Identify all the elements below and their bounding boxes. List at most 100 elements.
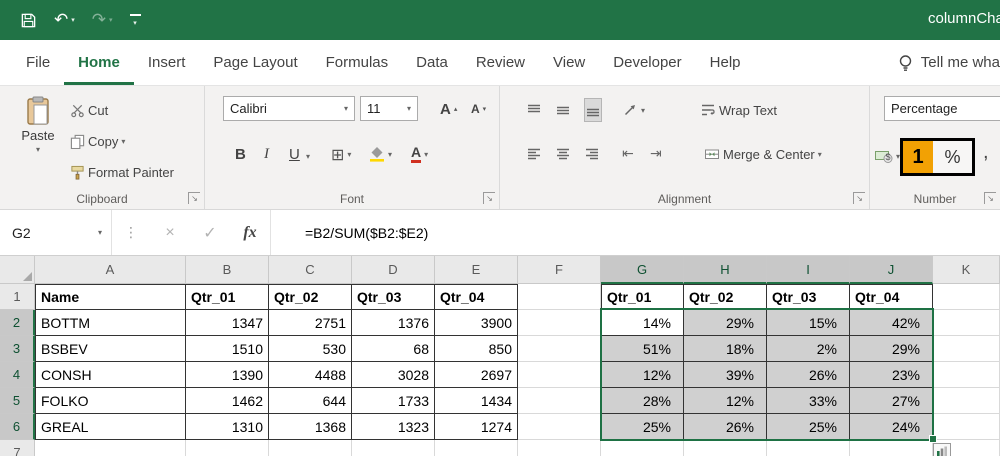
cell-B4[interactable]: 1390 bbox=[186, 362, 269, 388]
col-header-I[interactable]: I bbox=[767, 256, 850, 284]
paste-button[interactable]: Paste ▾ bbox=[12, 92, 64, 184]
cell-C2[interactable]: 2751 bbox=[269, 310, 352, 336]
cell-H5[interactable]: 12% bbox=[684, 388, 767, 414]
merge-center-button[interactable]: Merge & Center ▾ bbox=[704, 142, 822, 166]
undo-button[interactable]: ↶ ▾ bbox=[54, 11, 75, 29]
cell-E7[interactable] bbox=[435, 440, 518, 456]
decrease-font-size-button[interactable]: A ▾ bbox=[471, 97, 486, 121]
clipboard-dialog-launcher[interactable]: ↘ bbox=[188, 192, 200, 204]
number-format-select[interactable]: Percentage ▾ bbox=[884, 96, 1000, 121]
cell-D6[interactable]: 1323 bbox=[352, 414, 435, 440]
tab-page-layout[interactable]: Page Layout bbox=[199, 40, 311, 85]
cell-H4[interactable]: 39% bbox=[684, 362, 767, 388]
cell-C7[interactable] bbox=[269, 440, 352, 456]
cell-G3[interactable]: 51% bbox=[601, 336, 684, 362]
select-all-corner[interactable] bbox=[0, 256, 35, 284]
row-header-5[interactable]: 5 bbox=[0, 388, 35, 414]
cell-F4[interactable] bbox=[518, 362, 601, 388]
col-header-F[interactable]: F bbox=[518, 256, 601, 284]
cell-F2[interactable] bbox=[518, 310, 601, 336]
cell-A3[interactable]: BSBEV bbox=[35, 336, 186, 362]
col-header-E[interactable]: E bbox=[435, 256, 518, 284]
cell-E5[interactable]: 1434 bbox=[435, 388, 518, 414]
font-name-select[interactable]: Calibri ▾ bbox=[223, 96, 355, 121]
cell-A4[interactable]: CONSH bbox=[35, 362, 186, 388]
cell-G2[interactable]: 14% bbox=[601, 310, 684, 336]
cell-K1[interactable] bbox=[933, 284, 1000, 310]
middle-align-button[interactable] bbox=[555, 98, 571, 122]
cell-D7[interactable] bbox=[352, 440, 435, 456]
cell-I1[interactable]: Qtr_03 bbox=[767, 284, 850, 310]
cell-F5[interactable] bbox=[518, 388, 601, 414]
cell-A1[interactable]: Name bbox=[35, 284, 186, 310]
row-header-1[interactable]: 1 bbox=[0, 284, 35, 310]
cell-K3[interactable] bbox=[933, 336, 1000, 362]
cell-J2[interactable]: 42% bbox=[850, 310, 933, 336]
align-center-button[interactable] bbox=[555, 142, 571, 166]
cell-K5[interactable] bbox=[933, 388, 1000, 414]
cell-H1[interactable]: Qtr_02 bbox=[684, 284, 767, 310]
cell-A7[interactable] bbox=[35, 440, 186, 456]
save-button[interactable] bbox=[20, 12, 37, 29]
cell-I3[interactable]: 2% bbox=[767, 336, 850, 362]
cell-A6[interactable]: GREAL bbox=[35, 414, 186, 440]
cell-A2[interactable]: BOTTM bbox=[35, 310, 186, 336]
cell-E2[interactable]: 3900 bbox=[435, 310, 518, 336]
cell-D5[interactable]: 1733 bbox=[352, 388, 435, 414]
cell-H3[interactable]: 18% bbox=[684, 336, 767, 362]
col-header-D[interactable]: D bbox=[352, 256, 435, 284]
borders-button[interactable]: ⊞ ▾ bbox=[331, 142, 351, 166]
cell-H6[interactable]: 26% bbox=[684, 414, 767, 440]
cell-F1[interactable] bbox=[518, 284, 601, 310]
format-painter-button[interactable]: Format Painter bbox=[70, 160, 174, 184]
cell-C3[interactable]: 530 bbox=[269, 336, 352, 362]
cell-E3[interactable]: 850 bbox=[435, 336, 518, 362]
cell-K6[interactable] bbox=[933, 414, 1000, 440]
tab-help[interactable]: Help bbox=[696, 40, 755, 85]
cell-J6[interactable]: 24% bbox=[850, 414, 933, 440]
col-header-A[interactable]: A bbox=[35, 256, 186, 284]
top-align-button[interactable] bbox=[526, 98, 542, 122]
customize-quick-access-button[interactable]: ▾ bbox=[129, 13, 141, 27]
cell-D2[interactable]: 1376 bbox=[352, 310, 435, 336]
cell-C5[interactable]: 644 bbox=[269, 388, 352, 414]
cell-G6[interactable]: 25% bbox=[601, 414, 684, 440]
cell-G4[interactable]: 12% bbox=[601, 362, 684, 388]
bold-button[interactable]: B bbox=[235, 142, 246, 166]
name-box[interactable]: G2 ▾ bbox=[0, 210, 112, 255]
cell-J7[interactable] bbox=[850, 440, 933, 456]
col-header-H[interactable]: H bbox=[684, 256, 767, 284]
font-dialog-launcher[interactable]: ↘ bbox=[483, 192, 495, 204]
cell-F6[interactable] bbox=[518, 414, 601, 440]
tab-view[interactable]: View bbox=[539, 40, 599, 85]
cell-D1[interactable]: Qtr_03 bbox=[352, 284, 435, 310]
cell-A5[interactable]: FOLKO bbox=[35, 388, 186, 414]
tab-formulas[interactable]: Formulas bbox=[312, 40, 403, 85]
align-left-button[interactable] bbox=[526, 142, 542, 166]
cell-B3[interactable]: 1510 bbox=[186, 336, 269, 362]
cell-H2[interactable]: 29% bbox=[684, 310, 767, 336]
cell-C1[interactable]: Qtr_02 bbox=[269, 284, 352, 310]
cell-B2[interactable]: 1347 bbox=[186, 310, 269, 336]
cell-C4[interactable]: 4488 bbox=[269, 362, 352, 388]
bottom-align-button[interactable] bbox=[584, 98, 602, 122]
cell-C6[interactable]: 1368 bbox=[269, 414, 352, 440]
tab-file[interactable]: File bbox=[12, 40, 64, 85]
cell-G7[interactable] bbox=[601, 440, 684, 456]
row-header-4[interactable]: 4 bbox=[0, 362, 35, 388]
row-header-3[interactable]: 3 bbox=[0, 336, 35, 362]
col-header-B[interactable]: B bbox=[186, 256, 269, 284]
font-size-select[interactable]: 11 ▾ bbox=[360, 96, 418, 121]
cell-F3[interactable] bbox=[518, 336, 601, 362]
redo-button[interactable]: ↷ ▾ bbox=[92, 11, 113, 29]
cell-H7[interactable] bbox=[684, 440, 767, 456]
col-header-C[interactable]: C bbox=[269, 256, 352, 284]
number-dialog-launcher[interactable]: ↘ bbox=[984, 192, 996, 204]
comma-style-button[interactable]: , bbox=[983, 140, 989, 164]
cell-I7[interactable] bbox=[767, 440, 850, 456]
underline-options-button[interactable]: ▾ bbox=[306, 144, 310, 168]
cell-J4[interactable]: 23% bbox=[850, 362, 933, 388]
fill-color-button[interactable]: ▾ bbox=[369, 142, 392, 166]
cell-B7[interactable] bbox=[186, 440, 269, 456]
fill-handle[interactable] bbox=[929, 435, 937, 443]
